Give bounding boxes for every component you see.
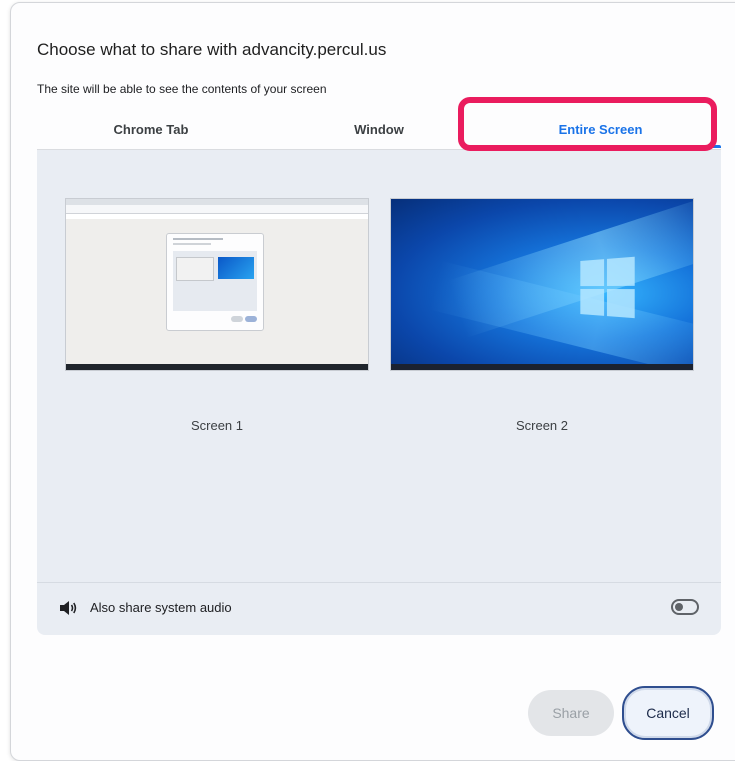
screen-1-thumbnail: [65, 198, 369, 371]
source-tabs: Chrome Tab Window Entire Screen: [37, 113, 721, 150]
mini-cancel-button: [245, 316, 257, 322]
screen-option-2[interactable]: Screen 2: [390, 198, 694, 433]
mini-page: [66, 219, 368, 364]
screen-2-label: Screen 2: [515, 418, 569, 433]
screen-option-1[interactable]: Screen 1: [65, 198, 369, 433]
mini-taskbar: [66, 364, 368, 370]
mini-share-dialog: [166, 233, 264, 331]
desktop-taskbar: [391, 364, 693, 370]
tab-entire-screen-label: Entire Screen: [558, 122, 643, 137]
share-button[interactable]: Share: [528, 690, 614, 736]
desktop-wallpaper: [391, 199, 693, 370]
windows-logo-icon: [580, 256, 635, 320]
cancel-button[interactable]: Cancel: [622, 686, 714, 740]
screen-2-thumbnail: [390, 198, 694, 371]
mini-share-button: [231, 316, 243, 322]
tab-window[interactable]: Window: [265, 113, 493, 148]
mini-subtitle-line: [173, 243, 211, 245]
tab-entire-screen[interactable]: Entire Screen: [480, 113, 721, 148]
system-audio-row: Also share system audio: [37, 582, 721, 636]
tab-chrome-tab[interactable]: Chrome Tab: [37, 113, 265, 148]
speaker-icon: [60, 601, 77, 615]
selected-tab-indicator: [480, 145, 721, 148]
system-audio-label: Also share system audio: [90, 600, 232, 615]
mini-screen-2: [218, 257, 254, 279]
dialog-title: Choose what to share with advancity.perc…: [37, 40, 387, 59]
mini-panel: [173, 251, 257, 311]
toggle-knob: [675, 603, 683, 611]
screen-1-label: Screen 1: [190, 418, 244, 433]
system-audio-toggle[interactable]: [671, 599, 699, 615]
mini-screen-1: [176, 257, 214, 281]
mini-addressbar: [66, 205, 368, 214]
mini-title-line: [173, 238, 223, 240]
dialog-subtitle: The site will be able to see the content…: [37, 82, 327, 96]
share-dialog: Choose what to share with advancity.perc…: [10, 2, 735, 761]
screen-picker-panel: Screen 1 Screen 2 Also share system audi…: [37, 150, 721, 635]
